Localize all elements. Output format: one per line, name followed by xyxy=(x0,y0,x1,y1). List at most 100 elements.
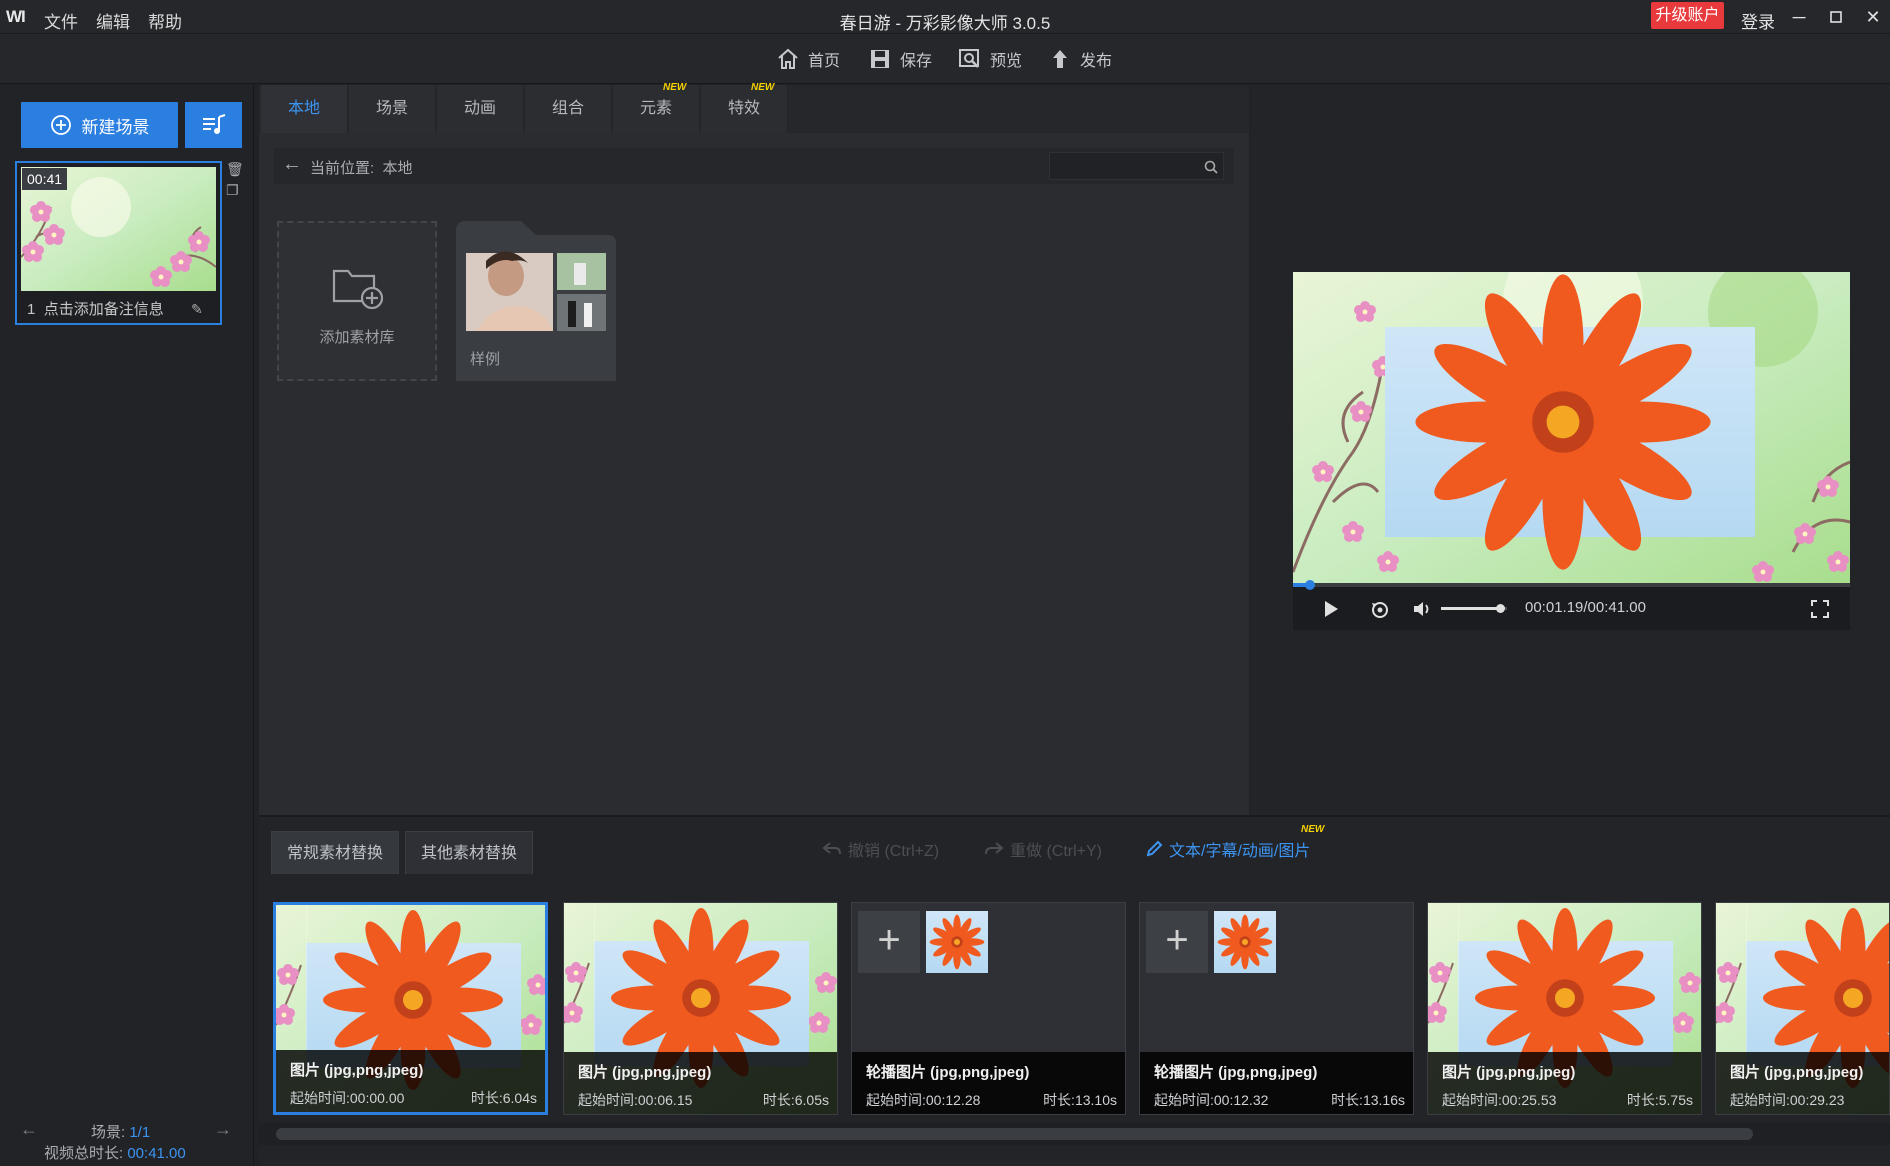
preview-button[interactable]: 预览 xyxy=(958,46,1022,72)
clip-type: 图片 (jpg,png,jpeg) xyxy=(578,1064,712,1081)
upload-icon xyxy=(1053,50,1067,68)
save-label: 保存 xyxy=(900,53,933,70)
scene-counter-label: 场景: xyxy=(91,1124,126,1141)
close-icon[interactable]: ✕ xyxy=(1859,4,1887,30)
sample-label: 样例 xyxy=(470,351,501,368)
upgrade-account-button[interactable]: 升级账户 xyxy=(1651,2,1724,29)
music-list-icon xyxy=(202,114,225,134)
tab-elements-label: 元素 xyxy=(639,100,672,117)
tab-animations[interactable]: 动画 xyxy=(437,85,524,133)
clip-duration: 时长:6.05s xyxy=(762,1092,829,1108)
maximize-icon[interactable] xyxy=(1822,4,1850,30)
copy-icon[interactable]: ❐ xyxy=(226,182,239,199)
text-tool-label: 文本/字幕/动画/图片 xyxy=(1169,843,1311,860)
play-icon[interactable] xyxy=(1323,600,1339,618)
clip-info: 轮播图片 (jpg,png,jpeg) 起始时间:00:12.32 时长:13.… xyxy=(1140,1052,1413,1114)
redo-button[interactable]: 重做 (Ctrl+Y) xyxy=(984,837,1102,861)
total-duration-label: 视频总时长: xyxy=(44,1145,124,1162)
preview-icon xyxy=(959,49,979,68)
tab-elements[interactable]: 元素 NEW xyxy=(613,82,700,133)
breadcrumb: ← 当前位置: 本地 xyxy=(274,148,1234,184)
home-button[interactable]: 首页 xyxy=(776,46,840,72)
timeline-clip[interactable]: 图片 (jpg,png,jpeg) 起始时间:00:06.15 时长:6.05s xyxy=(563,902,838,1115)
tab-effects[interactable]: 特效 NEW xyxy=(701,82,788,133)
undo-label: 撤销 (Ctrl+Z) xyxy=(848,843,940,860)
scene-thumbnail-card[interactable]: 00:41 1 点击添加备注信息 ✎ xyxy=(15,161,222,325)
volume-icon[interactable] xyxy=(1412,600,1432,618)
timeline-clip[interactable]: + 轮播图片 (jpg,png,jpeg) 起始时间:00:12.28 时长:1… xyxy=(851,902,1126,1115)
tab-other-replace[interactable]: 其他素材替换 xyxy=(405,831,533,874)
carousel-thumbnail[interactable] xyxy=(1214,911,1276,973)
timeline-scrollbar[interactable] xyxy=(276,1128,1753,1140)
clip-info: 图片 (jpg,png,jpeg) 起始时间:00:29.23 xyxy=(1716,1052,1889,1114)
search-icon xyxy=(1204,160,1218,174)
delete-icon[interactable]: 🗑 xyxy=(226,161,244,178)
scene-counter-value: 1/1 xyxy=(129,1124,151,1141)
back-arrow-icon[interactable]: ← xyxy=(282,153,302,176)
clip-duration: 时长:13.10s xyxy=(1043,1092,1117,1108)
tab-groups[interactable]: 组合 xyxy=(525,85,612,133)
fullscreen-icon[interactable] xyxy=(1811,600,1829,618)
scene-index: 1 xyxy=(27,301,36,318)
publish-button[interactable]: 发布 xyxy=(1048,46,1112,72)
playback-time: 00:01.19/00:41.00 xyxy=(1525,599,1646,616)
total-duration-value: 00:41.00 xyxy=(127,1145,186,1162)
clip-start: 起始时间:00:06.15 xyxy=(578,1092,693,1108)
scene-note-text: 点击添加备注信息 xyxy=(43,301,164,318)
clip-start: 起始时间:00:29.23 xyxy=(1730,1092,1845,1108)
add-image-button[interactable]: + xyxy=(1146,911,1208,973)
search-input[interactable] xyxy=(1049,152,1224,180)
login-button[interactable]: 登录 xyxy=(1741,8,1775,33)
music-button[interactable] xyxy=(185,102,242,148)
timeline-clip[interactable]: 图片 (jpg,png,jpeg) 起始时间:00:29.23 xyxy=(1715,902,1890,1115)
sample-folder[interactable]: 样例 xyxy=(456,221,616,381)
clip-info: 图片 (jpg,png,jpeg) 起始时间:00:06.15 时长:6.05s xyxy=(564,1052,837,1114)
clip-duration: 时长:5.75s xyxy=(1626,1092,1693,1108)
tab-regular-replace[interactable]: 常规素材替换 xyxy=(271,831,399,874)
plus-circle-icon xyxy=(50,115,71,135)
clip-info: 图片 (jpg,png,jpeg) 起始时间:00:25.53 时长:5.75s xyxy=(1428,1052,1701,1114)
timeline-clip[interactable]: 图片 (jpg,png,jpeg) 起始时间:00:25.53 时长:5.75s xyxy=(1427,902,1702,1115)
tab-scenes[interactable]: 场景 xyxy=(349,85,436,133)
volume-handle[interactable] xyxy=(1496,604,1506,613)
add-folder-icon xyxy=(332,269,384,310)
minimize-icon[interactable]: ─ xyxy=(1785,4,1813,30)
save-button[interactable]: 保存 xyxy=(868,46,932,72)
replay-icon[interactable] xyxy=(1369,599,1391,619)
breadcrumb-text: 当前位置: 本地 xyxy=(310,157,413,178)
timeline-clip[interactable]: + 轮播图片 (jpg,png,jpeg) 起始时间:00:12.32 时长:1… xyxy=(1139,902,1414,1115)
breadcrumb-value: 本地 xyxy=(382,160,413,177)
main-toolbar: 首页 保存 预览 发布 xyxy=(0,34,1890,84)
clip-start: 起始时间:00:00.00 xyxy=(290,1090,405,1106)
tab-local[interactable]: 本地 xyxy=(261,85,348,133)
next-scene-icon[interactable]: → xyxy=(214,1119,232,1140)
clip-type: 图片 (jpg,png,jpeg) xyxy=(290,1062,424,1079)
scene-note[interactable]: 1 点击添加备注信息 xyxy=(27,298,164,319)
add-image-button[interactable]: + xyxy=(858,911,920,973)
timeline-clip[interactable]: 图片 (jpg,png,jpeg) 起始时间:00:00.00 时长:6.04s xyxy=(273,902,548,1115)
clip-start: 起始时间:00:12.32 xyxy=(1154,1092,1269,1108)
playback-progress-track[interactable] xyxy=(1293,583,1850,587)
add-library-button[interactable]: 添加素材库 xyxy=(277,221,437,381)
new-badge: NEW xyxy=(663,82,687,93)
new-scene-button[interactable]: 新建场景 xyxy=(21,102,178,148)
clip-start: 起始时间:00:25.53 xyxy=(1442,1092,1557,1108)
tab-effects-label: 特效 xyxy=(727,100,760,117)
undo-button[interactable]: 撤销 (Ctrl+Z) xyxy=(822,837,939,861)
preview-panel: 00:01.19/00:41.00 xyxy=(1250,85,1890,815)
text-tool-button[interactable]: 文本/字幕/动画/图片 NEW xyxy=(1145,824,1324,861)
redo-label: 重做 (Ctrl+Y) xyxy=(1010,843,1103,860)
prev-scene-icon[interactable]: ← xyxy=(20,1119,38,1140)
carousel-thumbnail[interactable] xyxy=(926,911,988,973)
window-title: 春日游 - 万彩影像大师 3.0.5 xyxy=(839,14,1051,33)
material-library: 本地 场景 动画 组合 元素 NEW 特效 NEW ← 当前位置: 本地 添加素材库 xyxy=(259,82,1249,815)
total-duration: 视频总时长: 00:41.00 xyxy=(44,1142,186,1163)
edit-icon[interactable]: ✎ xyxy=(191,301,203,318)
clip-type: 轮播图片 (jpg,png,jpeg) xyxy=(866,1064,1030,1081)
clip-info: 轮播图片 (jpg,png,jpeg) 起始时间:00:12.28 时长:13.… xyxy=(852,1052,1125,1114)
clip-duration: 时长:6.04s xyxy=(470,1090,537,1106)
new-badge: NEW xyxy=(1301,824,1325,835)
preview-canvas[interactable] xyxy=(1293,272,1850,587)
playback-progress-handle[interactable] xyxy=(1304,580,1315,590)
redo-icon xyxy=(985,842,1004,855)
